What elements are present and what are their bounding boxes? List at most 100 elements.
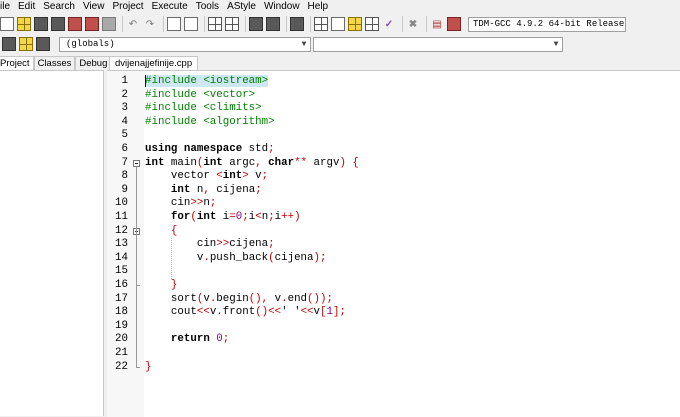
member-select[interactable]: ▼ [313,36,563,52]
goto-bookmark-icon[interactable] [36,37,50,51]
main-toolbar: ↶ ↷ ✓ ✖ ▤ TDM-GCC 4.9.2 64-bit Release [0,14,680,34]
code-line[interactable]: cout<<v.front()<<' '<<v[1]; [145,306,346,320]
symbol-token: ) { [339,156,359,169]
line-number-gutter: 1 2 3 4 5 6 7 8 9 10 11 12 13 14 15 16 17 18 19 20 21 22 [107,71,144,417]
chevron-down-icon[interactable]: ▼ [550,40,562,49]
symbol-token: { [170,224,178,237]
menu-tools[interactable]: Tools [192,0,223,14]
code-line[interactable]: #include <algorithm> [145,116,275,130]
menu-astyle[interactable]: AStyle [223,0,260,14]
code-token: main [164,156,197,169]
toolbar-separator [245,16,246,32]
open-file-icon[interactable] [17,17,31,31]
line-number: 8 [121,170,128,183]
compile-run-icon[interactable] [348,17,362,31]
symbol-token: ** [294,156,308,169]
stop-execution-icon[interactable]: ✖ [406,17,420,31]
line-number: 21 [115,347,128,359]
line-number: 2 [121,88,128,101]
preprocessor-token: #include <algorithm> [145,115,275,128]
code-line[interactable]: return 0; [145,333,229,347]
redo-icon[interactable]: ↷ [143,17,157,31]
undo-icon[interactable]: ↶ [126,17,140,31]
chevron-down-icon[interactable]: ▼ [298,40,310,49]
save-icon[interactable] [34,17,48,31]
code-editor[interactable]: 1 2 3 4 5 6 7 8 9 10 11 12 13 14 15 16 17 18 19 20 21 22 #inc… [107,70,680,417]
line-number: 20 [115,333,128,346]
code-token: argc [222,156,256,169]
symbol-token: ; [268,143,275,155]
debug-icon[interactable] [447,17,461,31]
code-line[interactable]: v.push_back(cijena); [145,251,327,266]
tab-debug[interactable]: Debug [75,56,112,70]
code-token: cijena [209,183,256,196]
code-line[interactable]: vector <int> v; [145,170,268,184]
insert-icon[interactable] [2,37,16,51]
code-token: end [287,292,308,305]
code-line[interactable]: #include <vector> [145,89,255,103]
menu-help[interactable]: Help [304,0,333,14]
code-line[interactable]: int main(int argc, char** argv) { [145,157,359,171]
menu-execute[interactable]: Execute [148,0,192,14]
close-file-icon[interactable] [68,17,82,31]
code-line[interactable]: } [145,361,151,375]
code-token: cin [145,238,217,251]
bookmark-icon[interactable] [290,17,304,31]
symbol-token: ); [313,251,327,264]
code-line[interactable]: using namespace std; [145,143,275,157]
code-line[interactable]: #include <iostream> [145,75,269,89]
editor-tab[interactable]: dvijenajjefinije.cpp [109,56,199,71]
symbol-token: ++) [281,211,301,223]
fold-toggle-icon[interactable] [133,159,140,167]
menu-edit[interactable]: Edit [14,0,39,14]
goto-back-icon[interactable] [249,17,263,31]
replace-icon[interactable] [184,17,198,31]
profile-chart-icon[interactable]: ▤ [430,17,444,31]
code-line[interactable]: int n, cijena; [145,184,262,198]
menu-search[interactable]: Search [39,0,79,14]
code-line[interactable]: cin>>cijena; [145,238,275,252]
new-file-icon[interactable] [0,17,14,31]
syntax-check-icon[interactable]: ✓ [382,17,396,31]
menu-project[interactable]: Project [108,0,147,14]
close-all-icon[interactable] [85,17,99,31]
toggle-bookmark-icon[interactable] [19,37,33,51]
code-line[interactable]: sort(v.begin(), v.end()); [145,293,333,307]
code-line[interactable]: cin>>n; [145,197,216,211]
line-number: 16 [115,279,128,291]
indent-icon[interactable] [208,17,222,31]
compile-icon[interactable] [314,17,328,31]
code-token: cijena [229,238,269,251]
scope-select[interactable]: (globals) ▼ [59,36,311,52]
menu-ile[interactable]: ile [0,0,14,14]
line-number: 1 [121,75,128,87]
toolbar-separator [426,16,427,32]
code-line[interactable]: } [145,279,177,293]
find-icon[interactable] [167,17,181,31]
code-line[interactable]: { [145,225,177,239]
symbol-token: , [255,156,269,169]
menu-view[interactable]: View [79,0,109,14]
code-line[interactable]: for(int i=0;i<n;i++) [145,211,301,225]
tab-classes[interactable]: Classes [33,56,76,70]
menu-window[interactable]: Window [260,0,304,14]
unindent-icon[interactable] [225,17,239,31]
symbol-token: << [196,306,210,319]
toolbar-separator [163,16,164,32]
run-icon[interactable] [331,17,345,31]
line-number: 4 [121,115,128,128]
rebuild-icon[interactable] [365,17,379,31]
goto-forward-icon[interactable] [266,17,280,31]
line-number: 15 [115,265,128,278]
fold-end-marker [136,280,140,286]
toolbar-separator [204,16,205,32]
compiler-select[interactable]: TDM-GCC 4.9.2 64-bit Release [468,16,626,32]
tab-project[interactable]: Project [0,56,34,70]
print-icon[interactable] [102,17,116,31]
code-line[interactable]: #include <climits> [145,102,262,116]
save-all-icon[interactable] [51,17,65,31]
